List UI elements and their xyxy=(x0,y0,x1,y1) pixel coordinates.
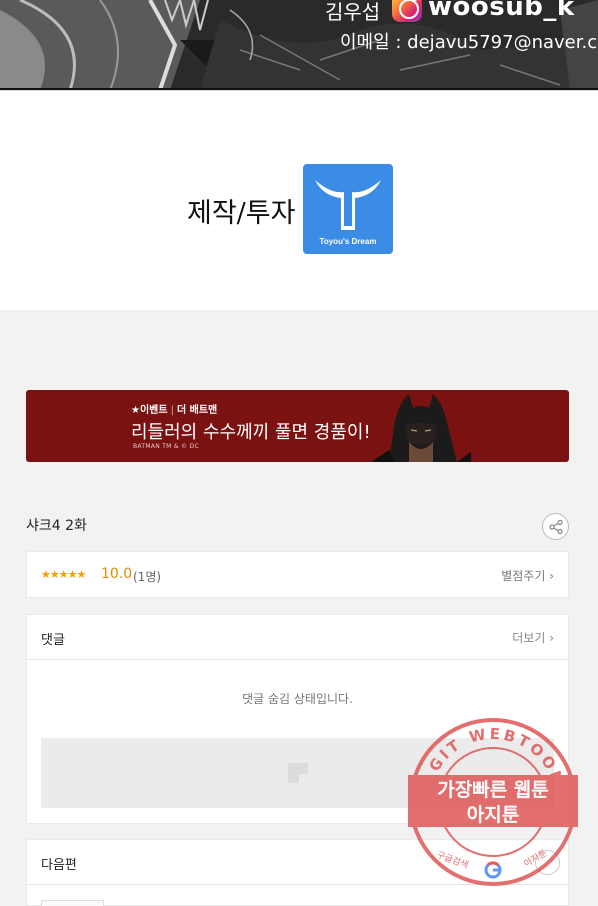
production-section: 제작/투자 Toyou's Dream xyxy=(0,90,598,310)
next-episode-header: 다음편 xyxy=(27,840,568,885)
next-episode-title: 다음편 xyxy=(41,858,77,873)
share-button[interactable] xyxy=(542,513,569,540)
image-placeholder-icon xyxy=(288,763,308,783)
comments-card: 댓글 더보기 › 댓글 숨김 상태입니다. xyxy=(26,614,569,824)
comments-header: 댓글 더보기 › xyxy=(27,615,568,660)
banner-headline: 리들러의 수수께끼 풀면 경품이! xyxy=(131,422,371,443)
comments-title: 댓글 xyxy=(41,633,65,648)
next-episode-share-button[interactable] xyxy=(535,850,560,875)
author-email: 이메일 : dejavu5797@naver.com xyxy=(340,32,598,53)
rating-score: 10.0 xyxy=(101,566,133,582)
banner-event-label: ★이벤트 xyxy=(131,405,168,416)
episode-title: 샤크4 2화 xyxy=(26,518,87,534)
share-icon xyxy=(549,519,563,535)
rate-button[interactable]: 별점주기 › xyxy=(501,567,554,584)
event-banner[interactable]: ★이벤트 | 더 배트맨 리들러의 수수께끼 풀면 경품이! BATMAN TM &… xyxy=(26,390,569,462)
comic-panel-bottom: 김우섭 woosub_k 이메일 : dejavu5797@naver.com xyxy=(0,0,598,90)
author-name: 김우섭 xyxy=(325,0,381,24)
rating-stars: ★★★★★ xyxy=(41,568,86,581)
toyous-dream-logo: Toyou's Dream xyxy=(303,164,393,254)
rating-count: (1명) xyxy=(133,570,162,584)
toyou-logo-text: Toyou's Dream xyxy=(319,237,377,246)
instagram-icon xyxy=(392,0,422,22)
next-episode-thumbnail[interactable] xyxy=(41,900,104,906)
banner-tag: ★이벤트 | 더 배트맨 xyxy=(131,401,217,416)
banner-tag-divider: | xyxy=(170,405,174,416)
rating-card: ★★★★★ 10.0 (1명) 별점주기 › xyxy=(26,551,569,598)
instagram-handle: woosub_k xyxy=(428,0,575,22)
banner-event-title: 더 배트맨 xyxy=(176,405,218,416)
batman-illustration xyxy=(371,394,471,462)
comments-hidden-message: 댓글 숨김 상태입니다. xyxy=(242,692,353,706)
next-episode-card: 다음편 xyxy=(26,839,569,906)
banner-copyright: BATMAN TM & © DC xyxy=(133,443,199,450)
comments-more-link[interactable]: 더보기 › xyxy=(512,629,554,646)
ad-placeholder xyxy=(41,738,554,808)
production-label: 제작/투자 xyxy=(187,198,296,229)
